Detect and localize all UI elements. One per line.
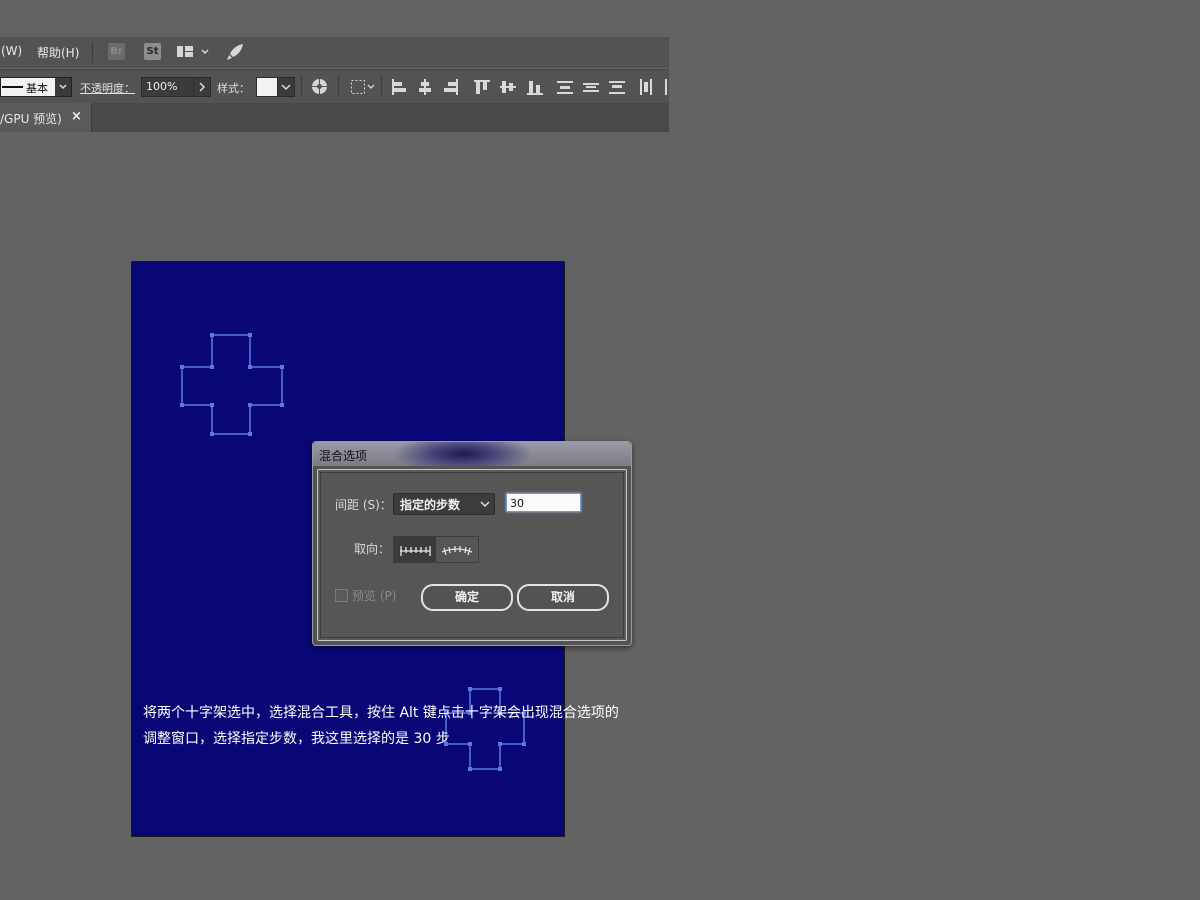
caption-line-1: 将两个十字架选中，选择混合工具，按住 Alt 键点击十字架会出现混合选项的	[143, 705, 619, 721]
spacing-select-value: 指定的步数	[400, 498, 461, 512]
orientation-label: 取向：	[354, 542, 391, 556]
cross-anchor-points-top	[180, 333, 284, 436]
spacing-select[interactable]: 指定的步数	[393, 493, 495, 515]
orient-path-icon[interactable]	[435, 536, 479, 563]
dialog-titlebar[interactable]: 混合选项	[313, 442, 631, 466]
cross-anchor-points-bottom	[444, 687, 526, 771]
ok-button[interactable]: 确定	[421, 584, 513, 611]
cross-shape-top[interactable]	[181, 334, 283, 435]
caption-line-2: 调整窗口，选择指定步数，我这里选择的是 30 步	[143, 731, 450, 747]
chevron-down-icon	[478, 497, 492, 511]
preview-checkbox[interactable]	[335, 589, 348, 602]
cross-shape-bottom[interactable]	[445, 688, 525, 770]
blend-options-dialog: 混合选项 间距 (S)： 指定的步数 30 取向： 预览 (P) 确定 取消	[312, 441, 632, 646]
dialog-title: 混合选项	[319, 449, 368, 463]
preview-label: 预览 (P)	[352, 589, 397, 603]
steps-input[interactable]: 30	[506, 493, 581, 512]
cancel-button[interactable]: 取消	[517, 584, 609, 611]
orient-page-icon[interactable]	[393, 536, 437, 563]
spacing-label: 间距 (S)：	[335, 498, 392, 512]
